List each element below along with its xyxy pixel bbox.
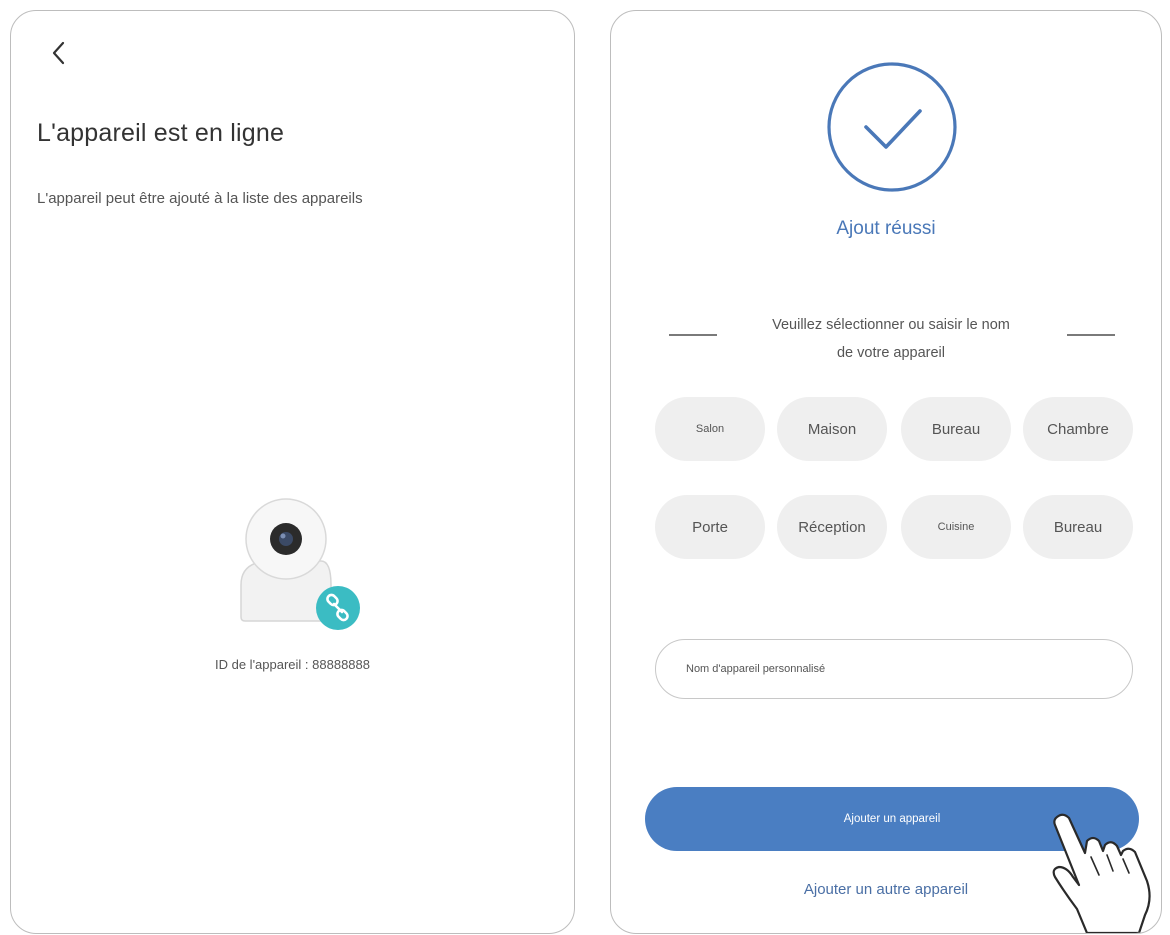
name-chip[interactable]: Bureau <box>901 397 1011 461</box>
name-chip[interactable]: Porte <box>655 495 765 559</box>
success-message: Ajout réussi <box>836 218 936 239</box>
prompt-line-1: Veuillez sélectionner ou saisir le nom <box>772 317 1010 333</box>
check-circle-icon <box>827 62 957 192</box>
name-chip[interactable]: Réception <box>777 495 887 559</box>
name-chip[interactable]: Maison <box>777 397 887 461</box>
device-online-screen: L'appareil est en ligne L'appareil peut … <box>10 10 575 934</box>
camera-illustration <box>231 489 361 630</box>
divider-left <box>669 334 717 336</box>
back-button[interactable] <box>39 33 79 73</box>
name-chip[interactable]: Salon <box>655 397 765 461</box>
link-icon <box>316 586 360 630</box>
name-chip[interactable]: Cuisine <box>901 495 1011 559</box>
add-success-screen: Ajout réussi Veuillez sélectionner ou sa… <box>610 10 1162 934</box>
name-chip[interactable]: Bureau <box>1023 495 1133 559</box>
divider-right <box>1067 334 1115 336</box>
custom-name-input[interactable] <box>655 639 1133 699</box>
page-title: L'appareil est en ligne <box>37 119 285 147</box>
prompt-line-2: de votre appareil <box>836 345 945 361</box>
name-chip[interactable]: Chambre <box>1023 397 1133 461</box>
page-subtitle: L'appareil peut être ajouté à la liste d… <box>37 190 363 207</box>
hand-pointer-icon <box>1052 813 1151 933</box>
device-id-label: ID de l'appareil : 88888888 <box>215 657 370 672</box>
back-chevron-icon <box>52 41 65 65</box>
name-prompt: Veuillez sélectionner ou saisir le nom d… <box>731 311 1051 367</box>
